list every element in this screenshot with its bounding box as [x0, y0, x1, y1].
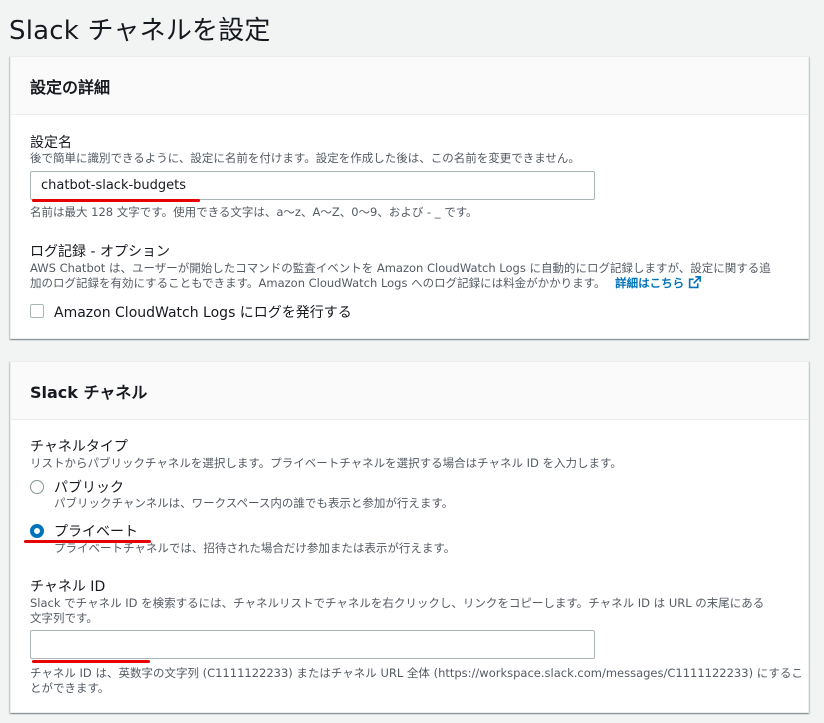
learn-more-link[interactable]: 詳細はこちら	[615, 276, 702, 290]
channel-id-label: チャネル ID	[30, 579, 106, 595]
channel-type-label: チャネルタイプ	[30, 439, 128, 455]
channel-id-hint-line2: とができます。	[30, 681, 110, 695]
page-title: Slack チャネルを設定	[9, 16, 271, 46]
logging-description-line2-text: 加のログ記録を有効にすることもできます。Amazon CloudWatch Lo…	[30, 276, 606, 290]
external-link-icon	[688, 276, 702, 289]
public-radio[interactable]	[30, 480, 44, 494]
cloudwatch-logs-checkbox[interactable]	[30, 304, 44, 318]
learn-more-link-text: 詳細はこちら	[615, 276, 685, 290]
slack-channel-panel: Slack チャネル チャネルタイプ リストからパブリックチャネルを選択します。…	[10, 361, 809, 713]
channel-id-description-line1: Slack でチャネル ID を検索するには、チャネルリストでチャネルを右クリッ…	[30, 596, 765, 610]
channel-id-annotation-underline	[32, 660, 150, 663]
config-details-title: 設定の詳細	[30, 77, 111, 97]
logging-description-line1: AWS Chatbot は、ユーザーが開始したコマンドの監査イベントを Amaz…	[30, 261, 771, 275]
config-name-annotation-underline	[32, 199, 200, 202]
channel-type-description: リストからパブリックチャネルを選択します。プライベートチャネルを選択する場合はチ…	[30, 456, 622, 470]
config-name-input[interactable]	[30, 171, 595, 200]
channel-id-input[interactable]	[30, 630, 595, 659]
config-details-panel: 設定の詳細 設定名 後で簡単に識別できるように、設定に名前を付けます。設定を作成…	[10, 56, 809, 339]
slack-channel-header: Slack チャネル	[11, 362, 808, 420]
public-radio-label[interactable]: パブリック	[54, 477, 124, 497]
private-radio-description: プライベートチャネルでは、招待された場合だけ参加または表示が行えます。	[54, 541, 456, 555]
private-radio[interactable]	[30, 524, 44, 538]
channel-id-hint-line1: チャネル ID は、英数字の文字列 (C1111122233) またはチャネル …	[30, 666, 803, 680]
logging-description: AWS Chatbot は、ユーザーが開始したコマンドの監査イベントを Amaz…	[30, 261, 800, 291]
config-details-header: 設定の詳細	[11, 57, 808, 115]
config-name-label: 設定名	[30, 135, 72, 151]
channel-id-hint: チャネル ID は、英数字の文字列 (C1111122233) またはチャネル …	[30, 666, 805, 696]
config-name-constraint: 名前は最大 128 文字です。使用できる文字は、a〜z、A〜Z、0〜9、および …	[30, 205, 478, 219]
config-name-description: 後で簡単に識別できるように、設定に名前を付けます。設定を作成した後は、この名前を…	[30, 151, 580, 165]
public-radio-description: パブリックチャンネルは、ワークスペース内の誰でも表示と参加が行えます。	[54, 496, 454, 510]
channel-id-description-line2: 文字列です。	[30, 611, 98, 625]
slack-channel-title: Slack チャネル	[30, 382, 148, 402]
private-radio-label[interactable]: プライベート	[54, 521, 138, 541]
channel-id-description: Slack でチャネル ID を検索するには、チャネルリストでチャネルを右クリッ…	[30, 596, 800, 626]
cloudwatch-logs-checkbox-label[interactable]: Amazon CloudWatch Logs にログを発行する	[54, 302, 352, 322]
logging-label: ログ記録 - オプション	[30, 244, 170, 260]
logging-description-line2: 加のログ記録を有効にすることもできます。Amazon CloudWatch Lo…	[30, 276, 800, 291]
